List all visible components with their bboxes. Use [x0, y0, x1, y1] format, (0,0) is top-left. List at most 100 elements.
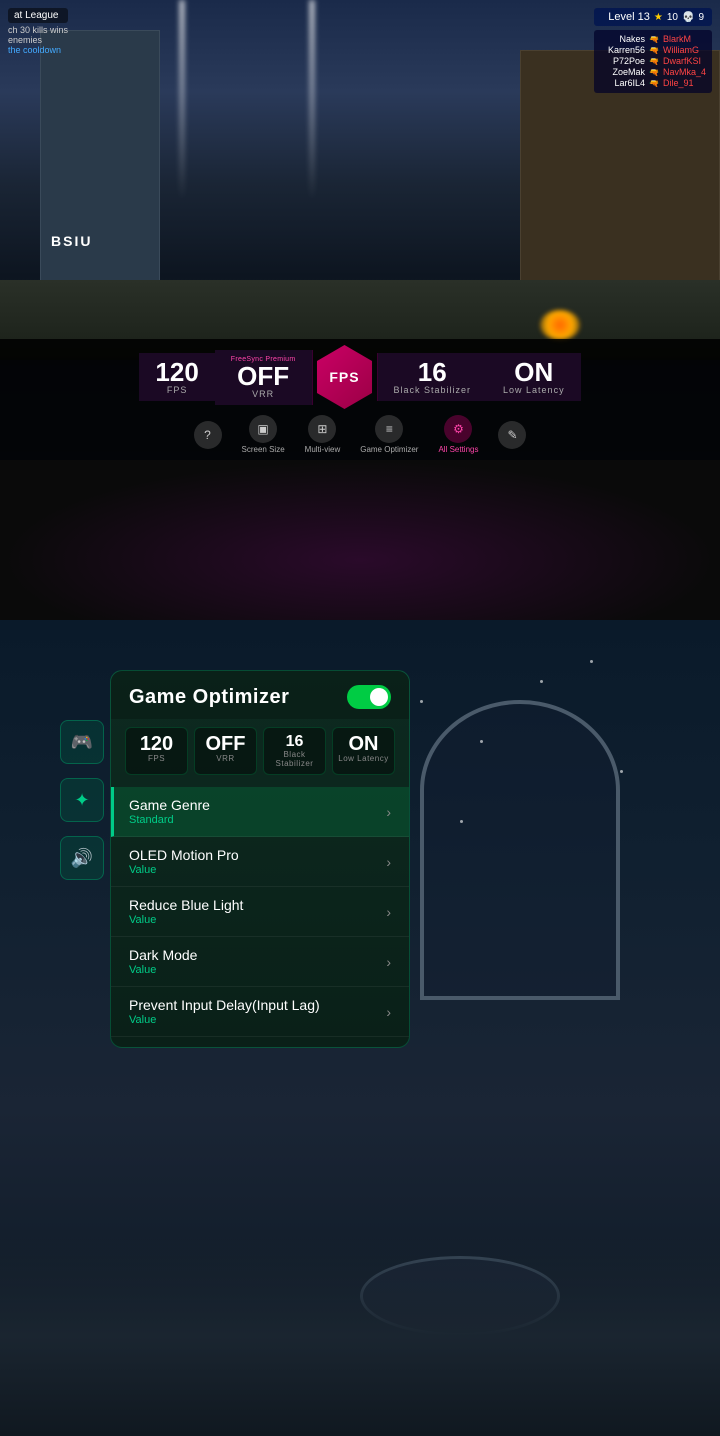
hud-top-left: at League ch 30 kills wins enemies the c… — [8, 8, 68, 55]
hud-league-text: at League — [8, 8, 68, 23]
score-row-1: Nakes 🔫 BlarkM — [600, 34, 706, 44]
fps-stats-row: 120 FPS FreeSync Premium OFF VRR FPS 16 … — [10, 345, 710, 409]
menu-item-game-genre[interactable]: Game Genre Standard › — [111, 787, 409, 837]
vrr-value: OFF — [237, 363, 289, 389]
player-name-2: Karren56 — [600, 45, 645, 55]
enemy-name-1: BlarkM — [663, 34, 691, 44]
audio-icon: 🔊 — [71, 848, 93, 869]
gun-icon-4: 🔫 — [649, 68, 659, 77]
controls-row: ? ▣ Screen Size ⊞ Multi-view ≡ Game Opti… — [10, 415, 710, 454]
gun-icon-2: 🔫 — [649, 46, 659, 55]
multiview-label: Multi-view — [305, 445, 341, 454]
mini-latency-label: Low Latency — [337, 754, 390, 763]
chevron-right-icon-1: › — [386, 854, 391, 870]
bottom-section: 🎮 ✦ 🔊 Game Optimizer 120 FPS OFF VRR — [0, 620, 720, 1436]
all-settings-button[interactable]: ⚙ All Settings — [438, 415, 478, 454]
game-optimizer-icon: ≡ — [375, 415, 403, 443]
mini-stat-fps: 120 FPS — [125, 727, 188, 775]
fps-badge: FPS — [313, 345, 377, 409]
top-game-section: at League ch 30 kills wins enemies the c… — [0, 0, 720, 460]
skull-icon: 💀 — [682, 12, 694, 23]
stabilizer-stat-box: 16 Black Stabilizer — [377, 353, 488, 401]
skull-count: 9 — [698, 12, 704, 23]
stabilizer-label: Black Stabilizer — [394, 385, 472, 395]
enemy-name-5: Dile_91 — [663, 78, 694, 88]
fantasy-ground — [0, 1236, 720, 1436]
mini-stabilizer-label: Black Stabilizer — [268, 750, 321, 768]
game-screenshot: at League ch 30 kills wins enemies the c… — [0, 0, 720, 460]
scoreboard: Nakes 🔫 BlarkM Karren56 🔫 WilliamG P72Po… — [594, 30, 712, 93]
optimizer-panel: Game Optimizer 120 FPS OFF VRR 16 Black … — [110, 670, 410, 1048]
player-name-3: P72Poe — [600, 56, 645, 66]
menu-item-prevent-input-delay[interactable]: Prevent Input Delay(Input Lag) Value › — [111, 987, 409, 1037]
level-text: Level 13 — [608, 11, 650, 23]
mini-fps-value: 120 — [130, 734, 183, 754]
snow-5 — [620, 770, 623, 773]
fps-stat-box: 120 FPS — [139, 353, 214, 401]
score-row-2: Karren56 🔫 WilliamG — [600, 45, 706, 55]
multiview-button[interactable]: ⊞ Multi-view — [305, 415, 341, 454]
light-beam-2 — [310, 0, 314, 200]
gun-icon-3: 🔫 — [649, 57, 659, 66]
latency-stat-box: ON Low Latency — [487, 353, 581, 401]
ruin-arch — [420, 700, 620, 1000]
edit-button[interactable]: ✎ — [498, 421, 526, 449]
mini-latency-value: ON — [337, 734, 390, 754]
gun-icon-5: 🔫 — [649, 79, 659, 88]
optimizer-header: Game Optimizer — [111, 671, 409, 719]
game-genre-value: Standard — [129, 814, 210, 826]
edit-icon: ✎ — [498, 421, 526, 449]
player-name-4: ZoeMak — [600, 67, 645, 77]
mini-stat-stabilizer: 16 Black Stabilizer — [263, 727, 326, 775]
dark-mode-title: Dark Mode — [129, 947, 197, 963]
screen-size-button[interactable]: ▣ Screen Size — [242, 415, 285, 454]
optimizer-toggle[interactable] — [347, 685, 391, 709]
help-button[interactable]: ? — [194, 421, 222, 449]
hud-kills-text: ch 30 kills wins — [8, 25, 68, 35]
fps-label: FPS — [167, 385, 188, 395]
audio-icon-btn[interactable]: 🔊 — [60, 836, 104, 880]
multiview-icon: ⊞ — [308, 415, 336, 443]
all-settings-label: All Settings — [438, 445, 478, 454]
hud-top-right: Level 13 ★ 10 💀 9 Nakes 🔫 BlarkM Karren5… — [594, 8, 712, 93]
mini-stabilizer-value: 16 — [268, 734, 321, 750]
menu-item-reduce-blue-light[interactable]: Reduce Blue Light Value › — [111, 887, 409, 937]
snow-6 — [590, 660, 593, 663]
snow-1 — [420, 700, 423, 703]
hud-cooldown-text: the cooldown — [8, 45, 68, 55]
menu-item-oled-motion[interactable]: OLED Motion Pro Value › — [111, 837, 409, 887]
reduce-blue-light-value: Value — [129, 914, 243, 926]
display-icon: ✦ — [74, 790, 89, 811]
optimizer-stats-row: 120 FPS OFF VRR 16 Black Stabilizer ON L… — [111, 719, 409, 787]
vrr-label: VRR — [252, 389, 274, 399]
enemy-name-4: NavMka_4 — [663, 67, 706, 77]
star-count: 10 — [667, 12, 678, 23]
menu-item-dark-mode[interactable]: Dark Mode Value › — [111, 937, 409, 987]
mini-stat-latency: ON Low Latency — [332, 727, 395, 775]
gamepad-icon-btn[interactable]: 🎮 — [60, 720, 104, 764]
oled-motion-title: OLED Motion Pro — [129, 847, 239, 863]
game-genre-title: Game Genre — [129, 797, 210, 813]
game-optimizer-button[interactable]: ≡ Game Optimizer — [360, 415, 418, 454]
gun-icon-1: 🔫 — [649, 35, 659, 44]
score-row-3: P72Poe 🔫 DwarfKSI — [600, 56, 706, 66]
light-beam-1 — [180, 0, 184, 200]
fps-value: 120 — [155, 359, 198, 385]
snow-2 — [480, 740, 483, 743]
chevron-right-icon-0: › — [386, 804, 391, 820]
snow-4 — [460, 820, 463, 823]
chevron-right-icon-2: › — [386, 904, 391, 920]
building-left — [40, 30, 160, 310]
player-name-1: Nakes — [600, 34, 645, 44]
oled-motion-content: OLED Motion Pro Value — [129, 847, 239, 876]
game-genre-content: Game Genre Standard — [129, 797, 210, 826]
reduce-blue-light-title: Reduce Blue Light — [129, 897, 243, 913]
mini-vrr-value: OFF — [199, 734, 252, 754]
side-icons: 🎮 ✦ 🔊 — [60, 720, 104, 880]
mini-vrr-label: VRR — [199, 754, 252, 763]
enemy-name-2: WilliamG — [663, 45, 699, 55]
screen-size-icon: ▣ — [249, 415, 277, 443]
display-icon-btn[interactable]: ✦ — [60, 778, 104, 822]
oled-motion-value: Value — [129, 864, 239, 876]
chevron-right-icon-3: › — [386, 954, 391, 970]
